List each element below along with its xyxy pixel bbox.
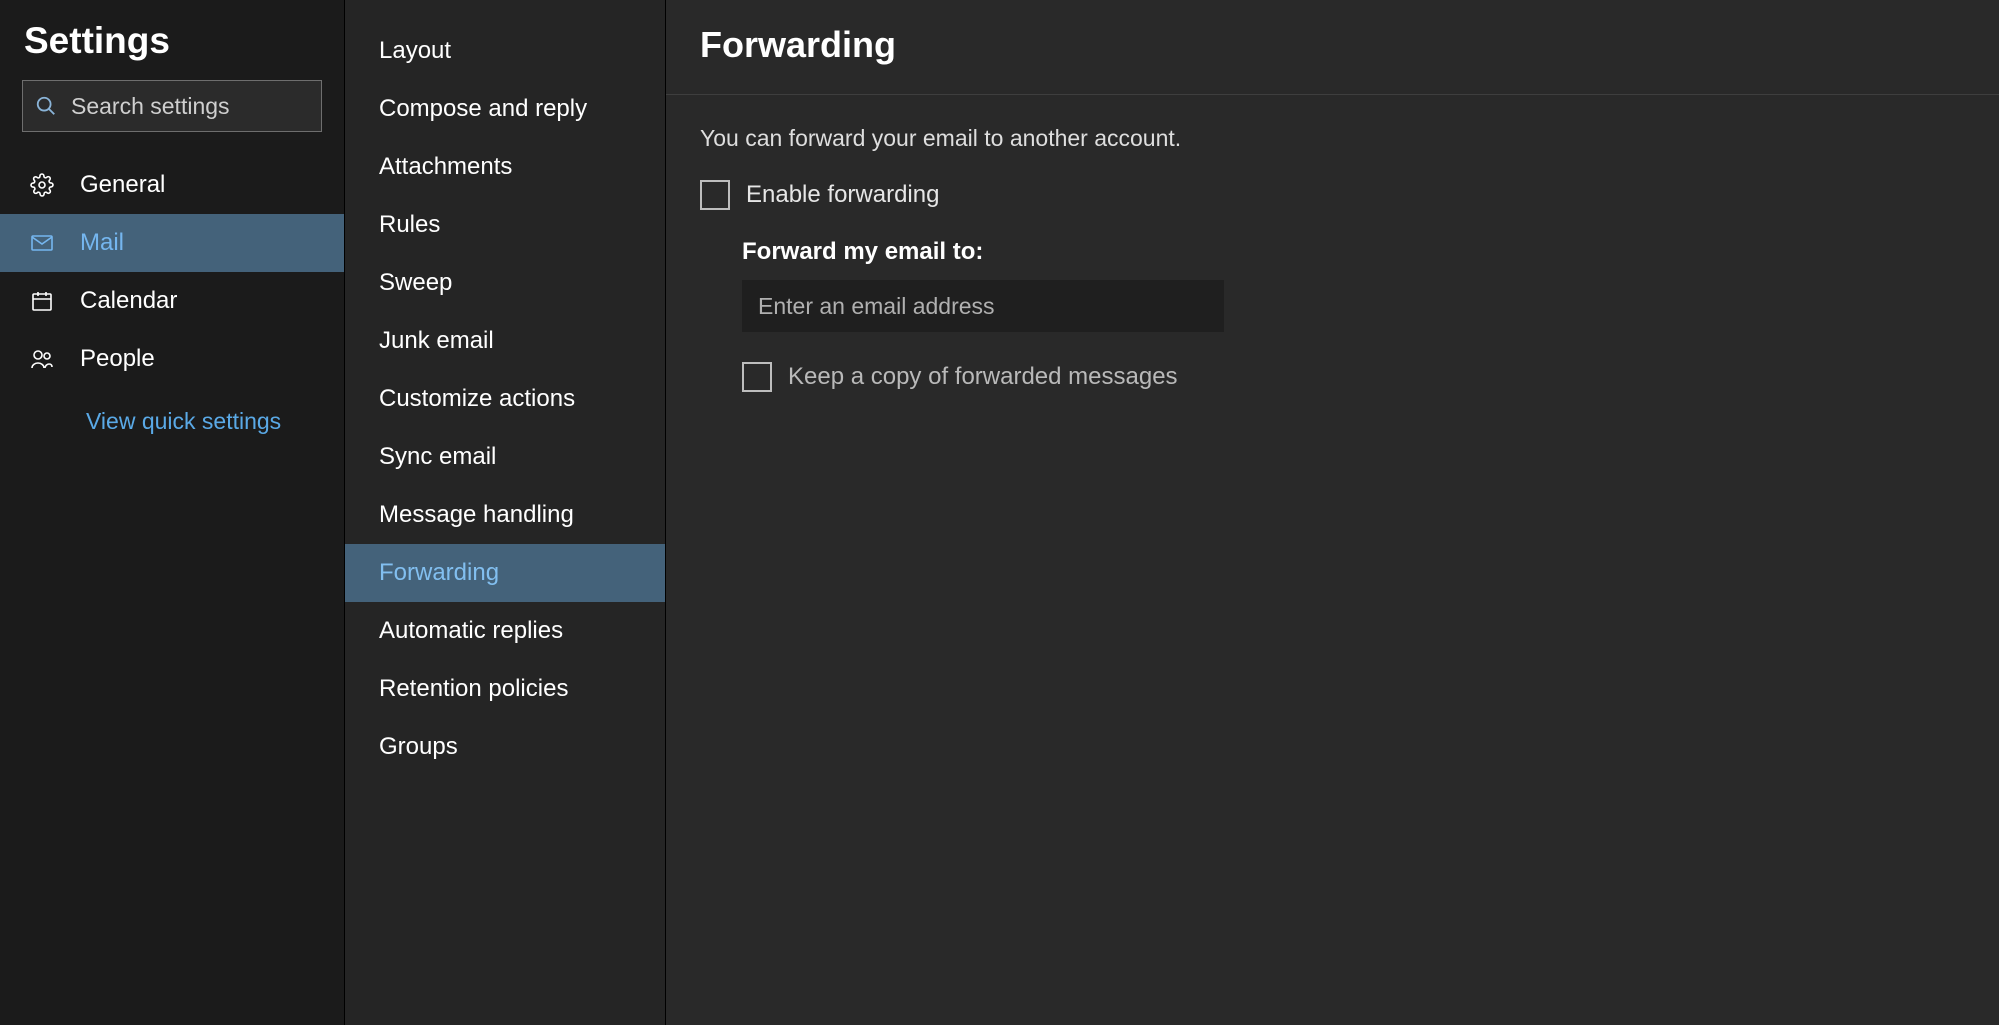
subnav-item-label: Attachments [379,153,512,181]
forward-to-input[interactable] [742,280,1224,332]
calendar-icon [30,289,54,313]
page-title: Settings [0,20,344,80]
subnav-item-label: Groups [379,733,458,761]
forward-to-label: Forward my email to: [742,238,1965,266]
main-body: You can forward your email to another ac… [666,95,1999,450]
enable-forwarding-row: Enable forwarding [700,180,1965,210]
subnav-item-label: Message handling [379,501,574,529]
sidebar-item-label: People [80,345,155,373]
settings-main-panel: Forwarding You can forward your email to… [665,0,1999,1025]
sidebar-item-label: Calendar [80,287,177,315]
settings-sidebar: Settings General Mail Calen [0,0,344,1025]
keep-copy-label: Keep a copy of forwarded messages [788,363,1178,391]
subnav-item-customize-actions[interactable]: Customize actions [345,370,665,428]
subnav-item-sync-email[interactable]: Sync email [345,428,665,486]
subnav-item-label: Customize actions [379,385,575,413]
subnav-item-label: Compose and reply [379,95,587,123]
search-input[interactable] [71,93,367,120]
subnav-item-retention-policies[interactable]: Retention policies [345,660,665,718]
main-header: Forwarding [666,0,1999,95]
search-settings-box[interactable] [22,80,322,132]
subnav-item-attachments[interactable]: Attachments [345,138,665,196]
sidebar-item-label: General [80,171,165,199]
subnav-item-label: Rules [379,211,440,239]
forward-to-section: Forward my email to: Keep a copy of forw… [700,238,1965,392]
sidebar-item-people[interactable]: People [0,330,344,388]
subnav-item-message-handling[interactable]: Message handling [345,486,665,544]
view-quick-settings-link[interactable]: View quick settings [0,388,344,435]
keep-copy-row: Keep a copy of forwarded messages [742,362,1965,392]
forwarding-description: You can forward your email to another ac… [700,125,1965,152]
enable-forwarding-checkbox[interactable] [700,180,730,210]
sidebar-item-calendar[interactable]: Calendar [0,272,344,330]
subnav-item-sweep[interactable]: Sweep [345,254,665,312]
subnav-item-label: Sync email [379,443,496,471]
subnav-item-layout[interactable]: Layout [345,22,665,80]
subnav-item-label: Automatic replies [379,617,563,645]
subnav-item-label: Sweep [379,269,452,297]
main-title: Forwarding [700,24,1965,66]
sidebar-item-label: Mail [80,229,124,257]
keep-copy-checkbox[interactable] [742,362,772,392]
subnav-item-compose-and-reply[interactable]: Compose and reply [345,80,665,138]
settings-subnav: Layout Compose and reply Attachments Rul… [344,0,665,1025]
subnav-item-forwarding[interactable]: Forwarding [345,544,665,602]
subnav-item-junk-email[interactable]: Junk email [345,312,665,370]
subnav-item-label: Forwarding [379,559,499,587]
subnav-item-groups[interactable]: Groups [345,718,665,776]
subnav-item-label: Layout [379,37,451,65]
people-icon [30,347,54,371]
gear-icon [30,173,54,197]
enable-forwarding-label: Enable forwarding [746,181,939,209]
search-icon [35,95,57,117]
sidebar-item-mail[interactable]: Mail [0,214,344,272]
subnav-item-rules[interactable]: Rules [345,196,665,254]
subnav-item-label: Junk email [379,327,494,355]
subnav-item-label: Retention policies [379,675,568,703]
sidebar-item-general[interactable]: General [0,156,344,214]
mail-icon [30,231,54,255]
subnav-item-automatic-replies[interactable]: Automatic replies [345,602,665,660]
